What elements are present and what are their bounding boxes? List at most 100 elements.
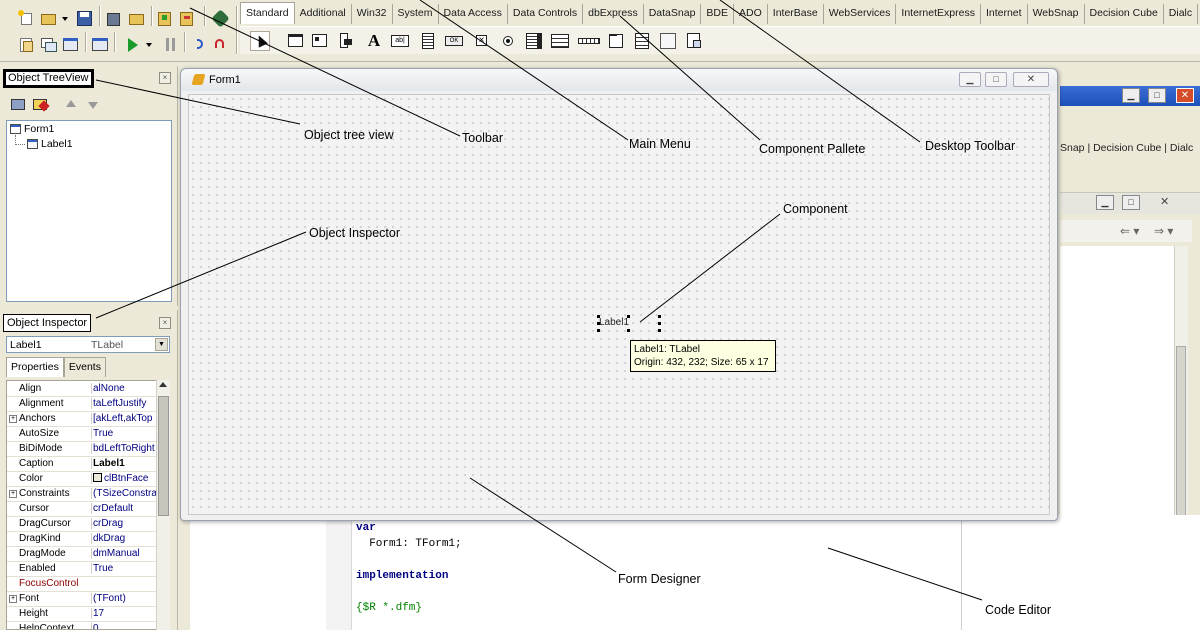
resize-handle[interactable] (658, 315, 661, 318)
palette-tab-additional[interactable]: Additional (295, 4, 352, 24)
property-value[interactable]: clBtnFace (91, 473, 157, 484)
open-project-icon[interactable] (128, 10, 146, 28)
checkbox-component-icon[interactable]: × (472, 31, 492, 51)
property-row-caption[interactable]: Caption Label1 (7, 457, 157, 472)
tree-node-form1[interactable]: Form1 (10, 123, 54, 135)
bg-close-icon[interactable]: ✕ (1176, 88, 1194, 103)
property-value[interactable]: bdLeftToRight (91, 443, 157, 454)
groupbox-component-icon[interactable] (606, 31, 626, 51)
expand-icon[interactable]: + (9, 595, 17, 603)
move-down-icon[interactable] (84, 96, 102, 114)
expand-icon[interactable]: + (9, 490, 17, 498)
nav-forward-icon[interactable]: ⇒ ▾ (1154, 224, 1173, 238)
nav-back-icon[interactable]: ⇐ ▾ (1120, 224, 1139, 238)
remove-file-icon[interactable] (178, 10, 196, 28)
scroll-up-icon[interactable] (159, 382, 167, 387)
editor-minimize-icon[interactable]: ▁ (1096, 195, 1114, 210)
property-value[interactable]: True (91, 563, 157, 574)
editor-vscroll-thumb[interactable] (1176, 346, 1186, 526)
palette-tab-datasnap[interactable]: DataSnap (644, 4, 702, 24)
property-row-height[interactable]: Height 17 (7, 607, 157, 622)
property-value[interactable]: [akLeft,akTop (91, 413, 157, 424)
property-row-alignment[interactable]: Alignment taLeftJustify (7, 397, 157, 412)
memo-component-icon[interactable] (418, 31, 438, 51)
resize-handle[interactable] (627, 329, 630, 332)
property-value[interactable]: dkDrag (91, 533, 157, 544)
resize-handle[interactable] (597, 315, 600, 318)
help-icon[interactable] (211, 9, 230, 28)
save-all-icon[interactable] (106, 10, 124, 28)
property-value[interactable]: Label1 (91, 458, 157, 469)
resize-handle[interactable] (658, 322, 661, 325)
property-row-focuscontrol[interactable]: FocusControl (7, 577, 157, 592)
combo-arrow-icon[interactable]: ▼ (155, 338, 168, 351)
tab-properties[interactable]: Properties (6, 357, 64, 377)
property-value[interactable]: dmManual (91, 548, 157, 559)
property-value[interactable]: True (91, 428, 157, 439)
scrollbar-component-icon[interactable] (578, 31, 602, 51)
step-over-icon[interactable] (212, 36, 230, 54)
palette-tab-webservices[interactable]: WebServices (824, 4, 897, 24)
toggle-form-unit-icon[interactable] (62, 36, 80, 54)
new-form-icon[interactable] (91, 36, 109, 54)
new-items-icon[interactable] (18, 10, 36, 28)
mainmenu-component-icon[interactable] (310, 31, 330, 51)
palette-tab-interbase[interactable]: InterBase (768, 4, 824, 24)
property-row-anchors[interactable]: + Anchors [akLeft,akTop (7, 412, 157, 427)
palette-tab-internet[interactable]: Internet (981, 4, 1028, 24)
popupmenu-component-icon[interactable] (336, 31, 356, 51)
palette-tab-internetexpress[interactable]: InternetExpress (896, 4, 981, 24)
palette-tab-decision-cube[interactable]: Decision Cube (1085, 4, 1164, 24)
pause-icon[interactable] (162, 36, 180, 54)
property-row-color[interactable]: Color clBtnFace (7, 472, 157, 487)
property-row-dragcursor[interactable]: DragCursor crDrag (7, 517, 157, 532)
palette-tab-standard[interactable]: Standard (240, 2, 295, 24)
view-unit-icon[interactable] (18, 36, 36, 54)
radiobutton-component-icon[interactable] (498, 31, 518, 51)
palette-tab-dialc[interactable]: Dialc (1164, 4, 1199, 24)
tree-node-label1[interactable]: Label1 (27, 138, 73, 150)
property-row-align[interactable]: Align alNone (7, 382, 157, 397)
property-grid-scrollbar[interactable] (156, 380, 170, 630)
resize-handle[interactable] (658, 329, 661, 332)
property-row-enabled[interactable]: Enabled True (7, 562, 157, 577)
dropdown-arrow-icon[interactable] (60, 12, 70, 30)
radiogroup-component-icon[interactable] (632, 31, 652, 51)
form-design-surface[interactable] (188, 94, 1050, 515)
property-value[interactable]: 0 (91, 623, 157, 629)
palette-tab-ado[interactable]: ADO (734, 4, 768, 24)
run-icon[interactable] (124, 36, 142, 54)
palette-tab-dbexpress[interactable]: dbExpress (583, 4, 644, 24)
combobox-component-icon[interactable] (550, 31, 570, 51)
form-titlebar[interactable]: Form1 ▁ □ ✕ (181, 69, 1057, 91)
property-value[interactable]: alNone (91, 383, 157, 394)
property-row-autosize[interactable]: AutoSize True (7, 427, 157, 442)
palette-tab-win32[interactable]: Win32 (352, 4, 393, 24)
edit-component-icon[interactable]: ab| (390, 31, 410, 51)
pointer-tool-icon[interactable] (250, 31, 270, 51)
view-form-icon[interactable] (40, 36, 58, 54)
property-value[interactable]: 17 (91, 608, 157, 619)
palette-tab-data-controls[interactable]: Data Controls (508, 4, 584, 24)
label-component-icon[interactable]: A (364, 31, 384, 51)
save-icon[interactable] (76, 10, 94, 28)
property-value[interactable]: (TFont) (91, 593, 157, 604)
object-selector-combo[interactable]: Label1 TLabel ▼ (6, 336, 170, 353)
bg-minimize-icon[interactable]: ▁ (1122, 88, 1140, 103)
frames-component-icon[interactable] (286, 31, 306, 51)
property-row-constraints[interactable]: + Constraints (TSizeConstra (7, 487, 157, 502)
scroll-thumb[interactable] (158, 396, 169, 516)
move-up-icon[interactable] (62, 96, 80, 114)
property-row-font[interactable]: + Font (TFont) (7, 592, 157, 607)
property-row-dragmode[interactable]: DragMode dmManual (7, 547, 157, 562)
resize-handle[interactable] (597, 329, 600, 332)
property-value[interactable]: crDrag (91, 518, 157, 529)
palette-tab-websnap[interactable]: WebSnap (1028, 4, 1085, 24)
trace-into-icon[interactable] (192, 36, 210, 54)
open-icon[interactable] (40, 10, 58, 28)
bg-maximize-icon[interactable]: □ (1148, 88, 1166, 103)
property-row-dragkind[interactable]: DragKind dkDrag (7, 532, 157, 547)
tab-events[interactable]: Events (63, 357, 106, 377)
new-item-icon[interactable] (10, 96, 28, 114)
palette-tab-bde[interactable]: BDE (701, 4, 735, 24)
